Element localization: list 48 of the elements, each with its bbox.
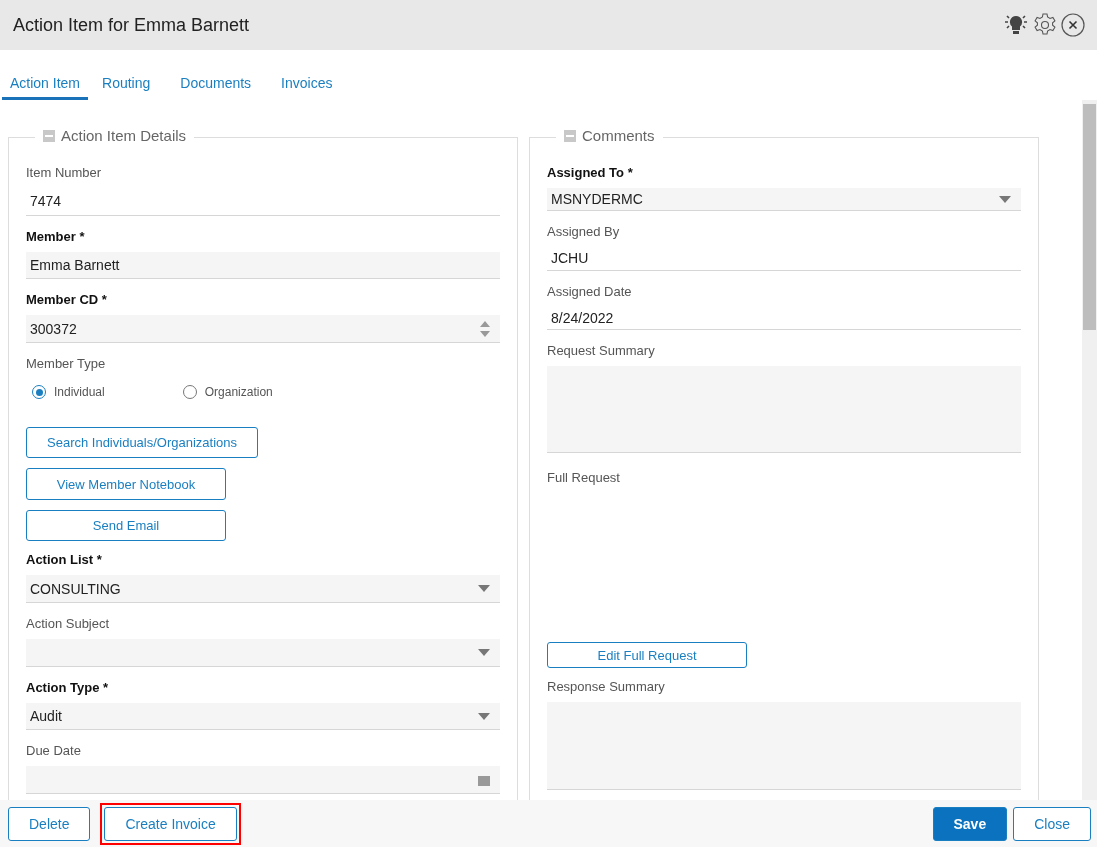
tab[interactable]: Documents [172,50,260,100]
field-label: Member Type [26,357,107,371]
dropdown-field[interactable]: CONSULTING [26,575,500,603]
dropdown-caret-icon[interactable] [478,648,490,656]
field-label: Response Summary [547,680,666,695]
field-label: Item Number [26,166,103,180]
field-label: Assigned Date [547,284,633,299]
settings-icon[interactable] [1033,13,1057,37]
field-label: Due Date [26,744,82,759]
number-field[interactable]: 300372 [26,315,500,343]
panel-title: Action Item Details [61,127,187,144]
scrollbar[interactable] [1082,100,1097,800]
close-icon[interactable] [1061,13,1085,37]
dropdown-field[interactable]: MSNYDERMC [547,188,1021,212]
field-label: Action Subject [26,617,111,631]
tab[interactable]: Invoices [273,50,341,100]
dropdown-field[interactable]: Audit [26,702,500,731]
window-title: Action Item for Emma Barnett [13,14,251,36]
tab[interactable]: Action Item [2,50,89,100]
field-label: Member * [26,229,86,244]
action-button[interactable]: Edit Full Request [547,641,747,669]
tab[interactable]: Routing [94,50,159,100]
field-label: Member CD * [26,293,108,308]
close-button[interactable]: Close [1013,806,1091,841]
radio-label: Individual [54,385,105,399]
lightbulb-icon[interactable] [1003,13,1029,37]
text-field[interactable]: Emma Barnett [26,251,500,280]
dropdown-caret-icon[interactable] [999,195,1011,203]
calendar-icon[interactable] [478,773,490,786]
field-label: Action List * [26,553,103,568]
save-button[interactable]: Save [932,806,1008,841]
dropdown-field[interactable] [26,639,500,667]
action-button[interactable]: View Member Notebook [26,468,226,500]
action-button[interactable]: Search Individuals/Organizations [26,427,259,459]
field-label: Assigned By [547,225,621,240]
dropdown-caret-icon[interactable] [478,712,490,720]
spinner-arrows-icon[interactable] [480,319,490,338]
field-label: Assigned To * [547,166,634,180]
dropdown-caret-icon[interactable] [478,585,490,593]
footer-button[interactable]: Delete [8,806,91,841]
date-field[interactable] [26,766,500,794]
action-button[interactable]: Send Email [26,509,226,542]
field-label: Action Type * [26,680,110,695]
field-label: Request Summary [547,343,656,358]
radio-label: Organization [204,385,273,399]
panel-title: Comments [582,127,655,144]
field-label: Full Request [547,471,621,486]
footer-button[interactable]: Create Invoice [104,806,237,841]
